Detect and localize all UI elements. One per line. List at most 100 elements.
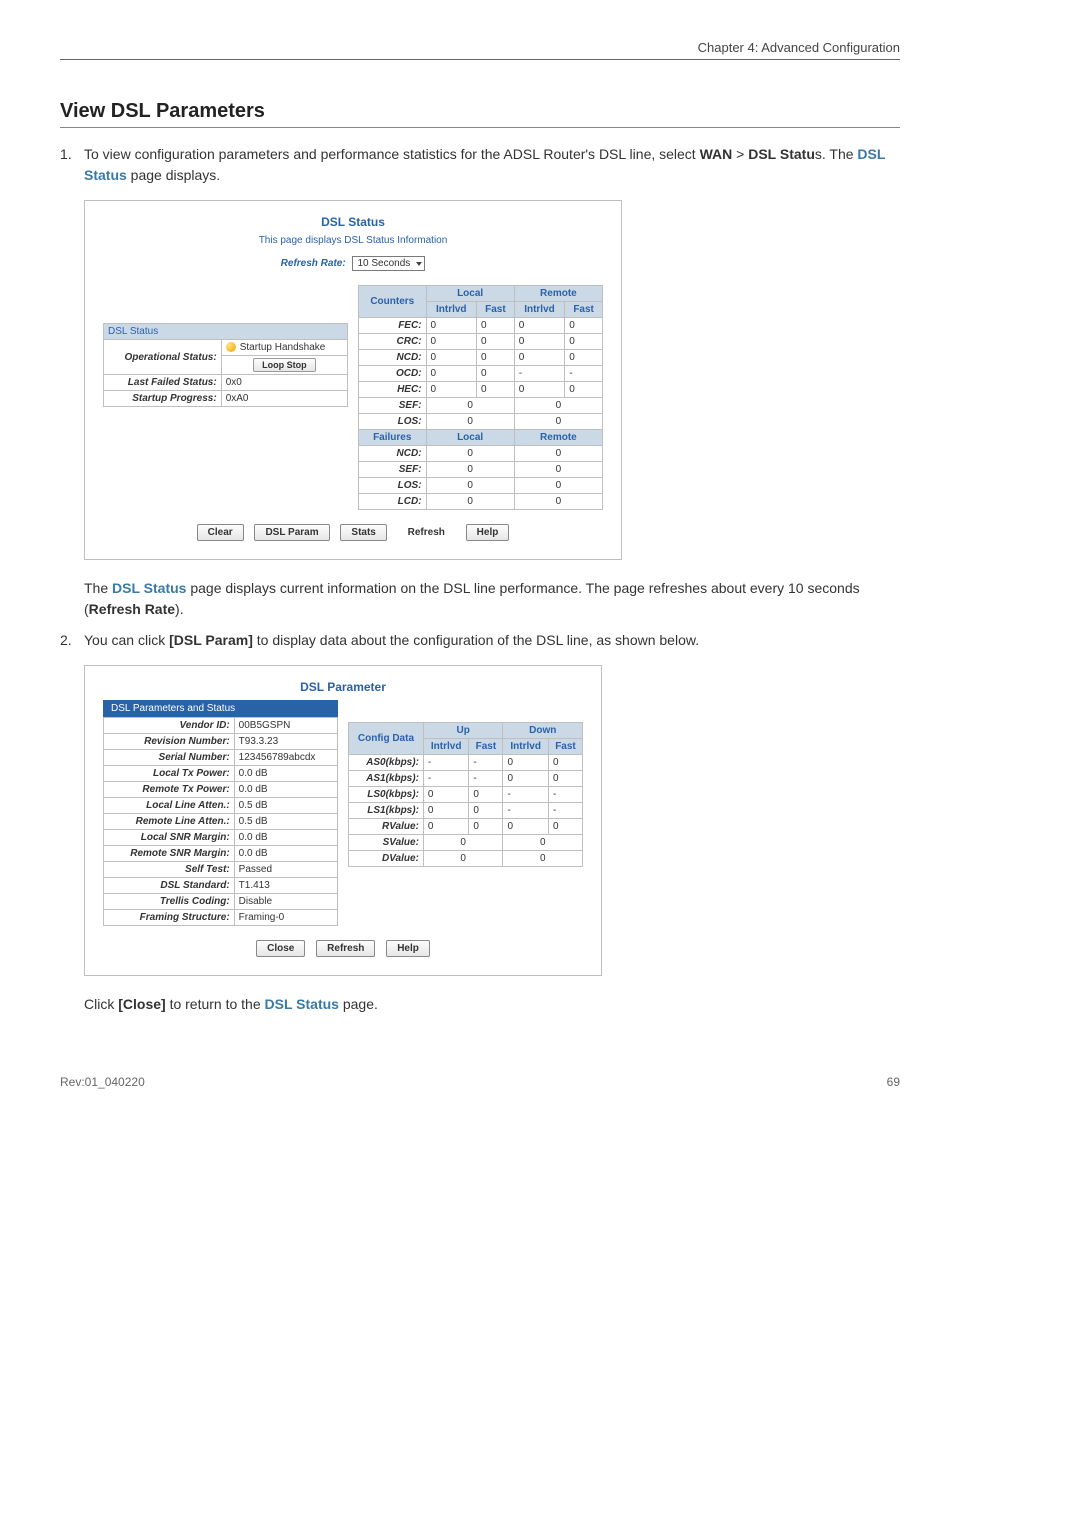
row-label: AS1(kbps):: [349, 771, 424, 787]
failures-header: Failures: [359, 430, 427, 446]
cell: T1.413: [234, 878, 337, 894]
row-label: SEF:: [359, 462, 427, 478]
cell: 0: [514, 446, 602, 462]
cell: 0: [426, 494, 514, 510]
cell: 0: [514, 462, 602, 478]
refresh-button[interactable]: Refresh: [316, 940, 375, 957]
col-intrlvd: Intrlvd: [503, 739, 549, 755]
cell: 0: [503, 755, 549, 771]
row-label: SValue:: [349, 835, 424, 851]
row-label: LOS:: [359, 478, 427, 494]
cell: 0: [565, 350, 603, 366]
text-bold: [DSL Param]: [169, 632, 253, 648]
row-label: FEC:: [359, 318, 427, 334]
cell: 0: [514, 318, 564, 334]
help-button[interactable]: Help: [466, 524, 510, 541]
cell: 0: [503, 835, 583, 851]
text: page displays.: [127, 167, 220, 183]
failures-remote: Remote: [514, 430, 602, 446]
cell: T93.3.23: [234, 734, 337, 750]
cell: -: [503, 787, 549, 803]
footer-rev: Rev:01_040220: [60, 1075, 145, 1089]
cell: 0: [548, 771, 582, 787]
config-data-header: Config Data: [349, 723, 424, 755]
cell: -: [423, 771, 469, 787]
cell: 00B5GSPN: [234, 718, 337, 734]
cell: 0: [565, 334, 603, 350]
cell: 0: [426, 462, 514, 478]
table-row: Local Tx Power:0.0 dB: [104, 766, 338, 782]
op-status-text: Startup Handshake: [240, 342, 326, 353]
dsl-param-button[interactable]: DSL Param: [254, 524, 329, 541]
counters-header: Counters: [359, 286, 427, 318]
row-label: RValue:: [349, 819, 424, 835]
cell: 0: [514, 334, 564, 350]
panel-title: DSL Parameter: [103, 680, 583, 694]
cell: 0: [423, 835, 503, 851]
cell: 123456789abcdx: [234, 750, 337, 766]
step-1-body: To view configuration parameters and per…: [84, 144, 900, 186]
op-status-value: Startup Handshake: [221, 340, 347, 356]
loop-stop-button[interactable]: Loop Stop: [253, 358, 316, 372]
link-dsl-status: DSL Status: [112, 580, 186, 596]
status-info-table: DSL Status Operational Status: Startup H…: [103, 323, 348, 407]
table-row: LS1(kbps):00--: [349, 803, 583, 819]
cell: 0: [426, 350, 476, 366]
row-label: Remote Line Atten.:: [104, 814, 235, 830]
table-row: LS0(kbps):00--: [349, 787, 583, 803]
page-footer: Rev:01_040220 69: [60, 1075, 900, 1089]
table-row: Serial Number:123456789abcdx: [104, 750, 338, 766]
col-intrlvd: Intrlvd: [514, 302, 564, 318]
refresh-button[interactable]: Refresh: [398, 525, 455, 540]
text: You can click: [84, 632, 169, 648]
text: >: [732, 146, 748, 162]
table-row: HEC:0000: [359, 382, 603, 398]
footer-page-number: 69: [887, 1075, 900, 1089]
clear-button[interactable]: Clear: [197, 524, 244, 541]
config-data-table: Config Data Up Down Intrlvd Fast Intrlvd…: [348, 722, 583, 867]
cell: Framing-0: [234, 910, 337, 926]
help-button[interactable]: Help: [386, 940, 430, 957]
text-bold: Refresh Rate: [89, 601, 175, 617]
dsl-status-panel: DSL Status This page displays DSL Status…: [84, 200, 622, 560]
table-row: DSL Standard:T1.413: [104, 878, 338, 894]
text: page.: [339, 996, 378, 1012]
row-label: NCD:: [359, 446, 427, 462]
cell: 0: [514, 350, 564, 366]
cell: 0: [514, 478, 602, 494]
row-label: DValue:: [349, 851, 424, 867]
cell: -: [469, 771, 503, 787]
local-header: Local: [426, 286, 514, 302]
cell: 0.0 dB: [234, 846, 337, 862]
refresh-label: Refresh Rate:: [281, 258, 346, 269]
counters-table: Counters Local Remote Intrlvd Fast Intrl…: [358, 285, 603, 510]
row-label: DSL Standard:: [104, 878, 235, 894]
refresh-rate-dropdown[interactable]: 10 Seconds: [352, 256, 425, 271]
cell: 0: [423, 851, 503, 867]
table-row: AS0(kbps):--00: [349, 755, 583, 771]
down-header: Down: [503, 723, 583, 739]
refresh-rate-row: Refresh Rate: 10 Seconds: [103, 256, 603, 271]
text: to display data about the configuration …: [253, 632, 699, 648]
row-label: Remote Tx Power:: [104, 782, 235, 798]
table-row: RValue:0000: [349, 819, 583, 835]
text: page displays current information on the…: [84, 580, 860, 617]
cell: 0: [503, 851, 583, 867]
table-row: SValue:00: [349, 835, 583, 851]
table-row: Remote Tx Power:0.0 dB: [104, 782, 338, 798]
stats-button[interactable]: Stats: [340, 524, 386, 541]
last-failed-label: Last Failed Status:: [104, 375, 222, 391]
table-row: Remote SNR Margin:0.0 dB: [104, 846, 338, 862]
cell: 0: [477, 382, 515, 398]
table-row: CRC:0000: [359, 334, 603, 350]
cell: 0: [426, 334, 476, 350]
table-row: Vendor ID:00B5GSPN: [104, 718, 338, 734]
step-1-number: 1.: [60, 144, 84, 186]
table-row: Local SNR Margin:0.0 dB: [104, 830, 338, 846]
text-bold: WAN: [700, 146, 733, 162]
cell: 0.5 dB: [234, 814, 337, 830]
table-row: Trellis Coding:Disable: [104, 894, 338, 910]
chapter-header: Chapter 4: Advanced Configuration: [60, 40, 900, 60]
close-button[interactable]: Close: [256, 940, 305, 957]
handshake-icon: [226, 342, 236, 352]
